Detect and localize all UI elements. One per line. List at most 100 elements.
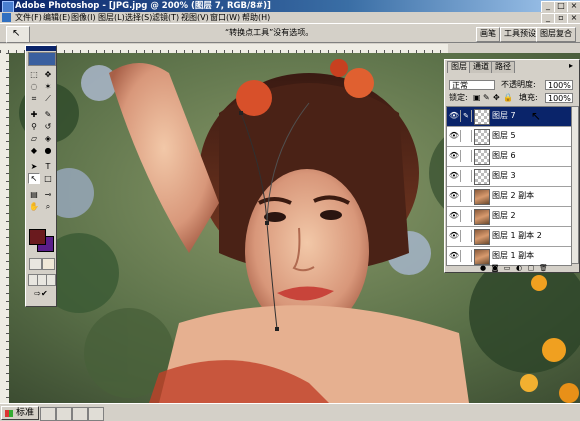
marquee-tool-icon[interactable]: ⬚ <box>28 69 40 80</box>
jump-to-imageready-icon[interactable]: ⇨✔ <box>28 288 54 299</box>
layer-row[interactable]: 👁 ✎ 图层 7 <box>447 107 571 127</box>
move-tool-icon[interactable]: ✥ <box>42 69 54 80</box>
menu-view[interactable]: 视图(V) <box>181 12 209 23</box>
delete-layer-icon[interactable]: 🗑 <box>539 264 548 272</box>
layer-row[interactable]: 👁 图层 1 副本 2 <box>447 227 571 247</box>
eye-icon[interactable]: 👁 <box>448 150 461 162</box>
layer-row[interactable]: 👁 图层 2 副本 <box>447 187 571 207</box>
lock-image-icon[interactable]: ✎ <box>483 93 490 103</box>
toolbox-header[interactable] <box>26 46 56 51</box>
layer-name: 图层 2 <box>492 211 516 220</box>
screen-mode-full-icon[interactable] <box>46 274 56 286</box>
lock-transparent-icon[interactable]: ▣ <box>473 93 481 103</box>
menu-file[interactable]: 文件(F) <box>15 12 42 23</box>
eye-icon[interactable]: 👁 <box>448 210 461 222</box>
quick-launch-item[interactable] <box>40 407 56 421</box>
eye-icon[interactable]: 👁 <box>448 170 461 182</box>
menu-window[interactable]: 窗口(W) <box>210 12 240 23</box>
crop-tool-icon[interactable]: ⌗ <box>28 93 40 104</box>
link-icon[interactable] <box>461 130 472 142</box>
link-icon[interactable] <box>461 170 472 182</box>
lasso-tool-icon[interactable]: ◌ <box>28 81 40 92</box>
quick-launch-item[interactable] <box>72 407 88 421</box>
lock-all-icon[interactable]: 🔒 <box>503 93 513 103</box>
eyedropper-icon[interactable]: ⊸ <box>42 189 54 200</box>
layer-name: 图层 7 <box>492 111 516 120</box>
lock-position-icon[interactable]: ✥ <box>493 93 500 103</box>
eye-icon[interactable]: 👁 <box>448 230 461 242</box>
history-brush-icon[interactable]: ↺ <box>42 121 54 132</box>
eye-icon[interactable]: 👁 <box>448 130 461 142</box>
dodge-tool-icon[interactable]: ● <box>42 145 54 156</box>
panel-menu-icon[interactable]: ▸ <box>569 61 573 70</box>
document-icon[interactable] <box>2 13 11 22</box>
link-icon[interactable] <box>461 250 472 262</box>
notes-tool-icon[interactable]: ▤ <box>28 189 40 200</box>
zoom-tool-icon[interactable]: ⌕ <box>42 201 54 212</box>
path-selection-icon[interactable]: ➤ <box>28 161 40 172</box>
fill-label: 填充: <box>519 93 538 102</box>
blend-mode-select[interactable]: 正常 <box>449 80 495 90</box>
palette-well-brushes[interactable]: 画笔 <box>476 27 500 42</box>
tab-layers[interactable]: 图层 <box>447 61 471 73</box>
shape-tool-icon[interactable]: □ <box>42 173 54 184</box>
layer-thumbnail <box>474 169 490 185</box>
quick-launch-item[interactable] <box>56 407 72 421</box>
status-bar: 标准 <box>0 403 580 421</box>
convert-point-tool-icon[interactable]: ↖ <box>28 173 40 184</box>
eye-icon[interactable]: 👁 <box>448 190 461 202</box>
new-layer-icon[interactable]: ▢ <box>527 264 535 272</box>
blur-tool-icon[interactable]: ◆ <box>28 145 40 156</box>
tool-preset-picker[interactable]: ↖ <box>6 26 30 43</box>
healing-brush-icon[interactable]: ✚ <box>28 109 40 120</box>
brush-tool-icon[interactable]: ✎ <box>42 109 54 120</box>
layer-thumbnail <box>474 129 490 145</box>
type-tool-icon[interactable]: T <box>42 161 54 172</box>
vertical-ruler[interactable] <box>0 53 9 403</box>
menu-filter[interactable]: 滤镜(T) <box>152 12 179 23</box>
standard-mode-icon[interactable] <box>29 258 42 270</box>
layer-row[interactable]: 👁 图层 6 <box>447 147 571 167</box>
eraser-tool-icon[interactable]: ▱ <box>28 133 40 144</box>
layer-style-icon[interactable]: ● <box>479 264 487 272</box>
hand-tool-icon[interactable]: ✋ <box>28 201 40 212</box>
menu-layer[interactable]: 图层(L) <box>98 12 125 23</box>
layer-name: 图层 6 <box>492 151 516 160</box>
link-icon[interactable] <box>461 230 472 242</box>
layer-list-scrollbar[interactable] <box>571 106 579 264</box>
fill-input[interactable]: 100% <box>545 93 573 103</box>
palette-well-tool-presets[interactable]: 工具预设 <box>500 27 540 42</box>
start-button[interactable]: 标准 <box>1 406 40 420</box>
menu-help[interactable]: 帮助(H) <box>242 12 270 23</box>
tab-paths[interactable]: 路径 <box>491 61 515 73</box>
eye-icon[interactable]: 👁 <box>448 110 461 122</box>
quick-mask-icon[interactable] <box>42 258 55 270</box>
eye-icon[interactable]: 👁 <box>448 250 461 262</box>
menu-select[interactable]: 选择(S) <box>125 12 152 23</box>
tab-channels[interactable]: 通道 <box>469 61 493 73</box>
quick-launch-item[interactable] <box>88 407 104 421</box>
menu-bar: 文件(F) 编辑(E) 图像(I) 图层(L) 选择(S) 滤镜(T) 视图(V… <box>0 12 580 25</box>
palette-well-layer-comps[interactable]: 图层复合 <box>536 27 576 42</box>
layer-set-icon[interactable]: ▭ <box>503 264 511 272</box>
horizontal-ruler[interactable] <box>0 44 448 53</box>
menu-edit[interactable]: 编辑(E) <box>43 12 70 23</box>
link-icon[interactable] <box>461 150 472 162</box>
opacity-input[interactable]: 100% <box>545 80 573 90</box>
adobe-logo[interactable] <box>28 52 56 66</box>
slice-tool-icon[interactable]: ⟋ <box>42 93 54 104</box>
layer-row[interactable]: 👁 图层 3 <box>447 167 571 187</box>
brush-icon[interactable]: ✎ <box>461 110 472 122</box>
adjustment-layer-icon[interactable]: ◐ <box>515 264 523 272</box>
paint-bucket-icon[interactable]: ◈ <box>42 133 54 144</box>
menu-image[interactable]: 图像(I) <box>71 12 96 23</box>
magic-wand-icon[interactable]: ✶ <box>42 81 54 92</box>
clone-stamp-icon[interactable]: ⚲ <box>28 121 40 132</box>
lock-label: 锁定: <box>449 93 468 102</box>
link-icon[interactable] <box>461 190 472 202</box>
link-icon[interactable] <box>461 210 472 222</box>
layer-row[interactable]: 👁 图层 5 <box>447 127 571 147</box>
layer-row[interactable]: 👁 图层 2 <box>447 207 571 227</box>
layer-mask-icon[interactable]: ◙ <box>491 264 499 272</box>
foreground-color-swatch[interactable] <box>29 229 46 245</box>
